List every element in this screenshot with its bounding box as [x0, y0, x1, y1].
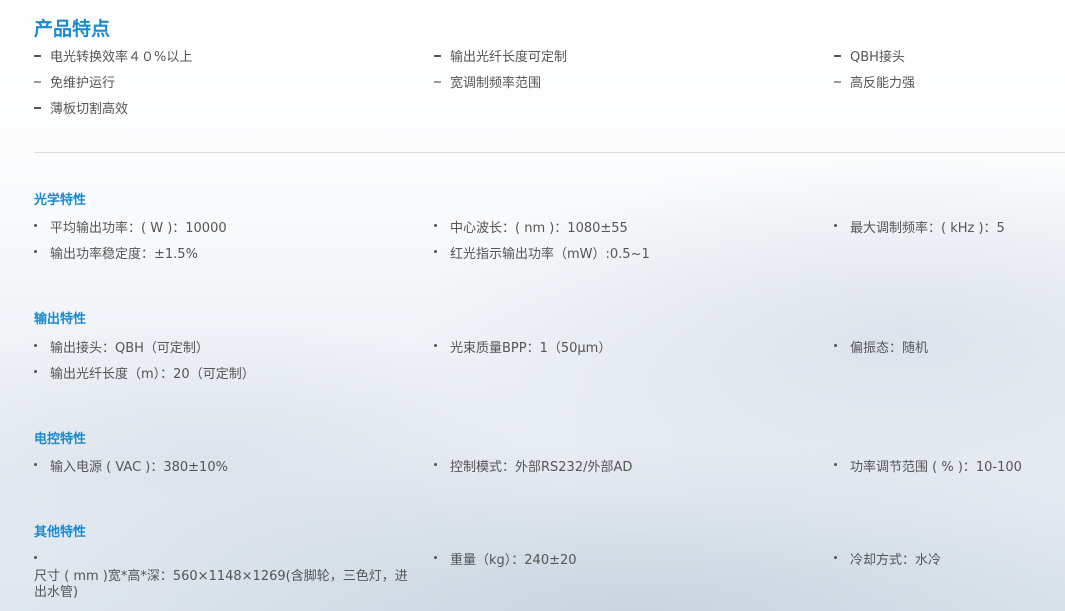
product-features-title: 产品特点 [34, 18, 111, 40]
dash-bullet-icon [34, 80, 41, 83]
dot-bullet-icon [34, 224, 37, 227]
spec-item: 控制模式：外部RS232/外部AD [434, 460, 632, 476]
dot-bullet-icon [834, 344, 837, 347]
spec-item: 红光指示输出功率（mW）:0.5~1 [434, 247, 650, 263]
spec-item: 重量（kg）：240±20 [434, 553, 577, 569]
dot-bullet-icon [34, 556, 37, 559]
feature-row: 薄板切割高效 [34, 102, 1065, 124]
dot-bullet-icon [834, 463, 837, 466]
spec-item: 偏振态：随机 [834, 341, 928, 357]
spec-item: 功率调节范围 ( % )：10-100 [834, 460, 1022, 476]
electrical-control-title: 电控特性 [34, 432, 87, 447]
dot-bullet-icon [434, 344, 437, 347]
dot-bullet-icon [34, 344, 37, 347]
spec-item: 最大调制频率：( kHz )：5 [834, 221, 1005, 237]
feature-item: 电光转换效率４０%以上 [34, 50, 192, 66]
feature-item: 输出光纤长度可定制 [434, 50, 567, 66]
spec-row: 尺寸 ( mm )宽*高*深：560×1148×1269(含脚轮，三色灯，进出水… [34, 553, 1065, 600]
dot-bullet-icon [434, 250, 437, 253]
feature-row: 电光转换效率４０%以上 输出光纤长度可定制 QBH接头 [34, 50, 1065, 72]
spec-row: 输出光纤长度（m）：20（可定制） [34, 367, 1065, 389]
feature-item: 宽调制频率范围 [434, 76, 541, 92]
dot-bullet-icon [834, 556, 837, 559]
section-divider [34, 152, 1065, 153]
feature-item: QBH接头 [834, 50, 905, 66]
spec-row: 平均输出功率：( W )：10000 中心波长：( nm )：1080±55 最… [34, 221, 1065, 243]
dot-bullet-icon [34, 463, 37, 466]
dash-bullet-icon [434, 54, 441, 57]
spec-item: 中心波长：( nm )：1080±55 [434, 221, 628, 237]
dot-bullet-icon [34, 370, 37, 373]
spec-item: 输入电源 ( VAC )：380±10% [34, 460, 228, 476]
spec-row: 输入电源 ( VAC )：380±10% 控制模式：外部RS232/外部AD 功… [34, 460, 1065, 482]
spec-item: 输出功率稳定度：±1.5% [34, 247, 198, 263]
output-properties-title: 输出特性 [34, 312, 87, 327]
dash-bullet-icon [34, 106, 41, 109]
dash-bullet-icon [434, 80, 441, 83]
feature-item: 免维护运行 [34, 76, 115, 92]
dash-bullet-icon [834, 54, 841, 57]
spec-item: 冷却方式：水冷 [834, 553, 941, 569]
optical-properties-title: 光学特性 [34, 193, 87, 208]
feature-row: 免维护运行 宽调制频率范围 高反能力强 [34, 76, 1065, 98]
spec-item: 尺寸 ( mm )宽*高*深：560×1148×1269(含脚轮，三色灯，进出水… [34, 553, 424, 601]
dot-bullet-icon [434, 463, 437, 466]
spec-row: 输出接头：QBH（可定制） 光束质量BPP：1（50μm） 偏振态：随机 [34, 341, 1065, 363]
other-properties-title: 其他特性 [34, 525, 87, 540]
spec-item: 输出光纤长度（m）：20（可定制） [34, 367, 255, 383]
dash-bullet-icon [34, 54, 41, 57]
spec-item: 光束质量BPP：1（50μm） [434, 341, 611, 357]
dash-bullet-icon [834, 80, 841, 83]
feature-item: 薄板切割高效 [34, 102, 128, 118]
feature-item: 高反能力强 [834, 76, 915, 92]
spec-item: 输出接头：QBH（可定制） [34, 341, 209, 357]
dot-bullet-icon [434, 556, 437, 559]
dot-bullet-icon [834, 224, 837, 227]
dot-bullet-icon [434, 224, 437, 227]
spec-row: 输出功率稳定度：±1.5% 红光指示输出功率（mW）:0.5~1 [34, 247, 1065, 269]
spec-item: 平均输出功率：( W )：10000 [34, 221, 227, 237]
dot-bullet-icon [34, 250, 37, 253]
